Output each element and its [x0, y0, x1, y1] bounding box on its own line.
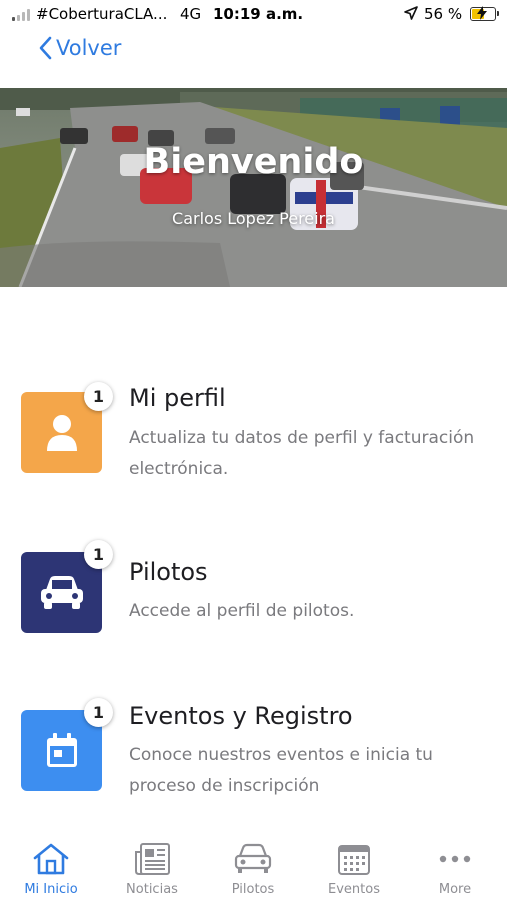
chevron-left-icon	[39, 36, 52, 60]
menu-item-pilotos[interactable]: 1 Pilotos Accede al perfil de pilotos.	[0, 540, 507, 650]
menu-item-description: Actualiza tu datos de perfil y facturaci…	[129, 428, 475, 479]
location-arrow-icon	[404, 6, 418, 24]
calendar-icon	[46, 732, 77, 767]
car-icon	[40, 575, 83, 609]
more-icon	[439, 855, 471, 863]
charging-bolt-icon	[477, 6, 487, 20]
tab-label: More	[438, 882, 472, 897]
hero-banner: Bienvenido Carlos Lopez Pereira	[0, 88, 507, 287]
tab-label: Noticias	[126, 882, 178, 897]
tab-eventos[interactable]: Eventos	[309, 840, 399, 897]
tab-bar: Mi Inicio Noticias Pilotos Eventos More	[0, 830, 507, 900]
tab-label: Mi Inicio	[24, 882, 78, 897]
menu-item-title: Mi perfil	[129, 384, 226, 412]
tab-noticias[interactable]: Noticias	[107, 840, 197, 897]
tab-more[interactable]: More	[410, 840, 500, 897]
tab-pilotos[interactable]: Pilotos	[208, 840, 298, 897]
notification-badge: 1	[84, 382, 113, 411]
newspaper-icon	[135, 843, 170, 875]
menu-item-title: Pilotos	[129, 558, 208, 586]
network-type: 4G	[180, 5, 202, 23]
status-bar: #CoberturaCLA... 4G 10:19 a.m. 56 %	[0, 0, 507, 30]
car-icon	[234, 843, 272, 873]
tab-mi-inicio[interactable]: Mi Inicio	[6, 840, 96, 897]
menu-item-mi-perfil[interactable]: 1 Mi perfil Actualiza tu datos de perfil…	[0, 380, 507, 490]
welcome-title: Bienvenido	[143, 142, 364, 182]
user-icon	[46, 414, 77, 451]
menu-item-eventos-registro[interactable]: 1 Eventos y Registro Conoce nuestros eve…	[0, 698, 507, 808]
home-icon	[33, 843, 69, 875]
user-name: Carlos Lopez Pereira	[172, 209, 335, 228]
back-button[interactable]: Volver	[38, 36, 121, 60]
calendar-icon	[338, 845, 370, 875]
tab-label: Pilotos	[231, 882, 275, 897]
tab-label: Eventos	[328, 882, 380, 897]
notification-badge: 1	[84, 540, 113, 569]
race-track-image	[0, 88, 507, 287]
menu-item-description: Accede al perfil de pilotos.	[129, 601, 355, 621]
status-time: 10:19 a.m.	[213, 5, 304, 23]
battery-icon	[470, 6, 499, 21]
menu-item-title: Eventos y Registro	[129, 702, 353, 730]
signal-icon	[12, 9, 30, 21]
back-label: Volver	[56, 36, 122, 60]
carrier-name: #CoberturaCLA...	[36, 5, 168, 23]
notification-badge: 1	[84, 698, 113, 727]
menu-item-description: Conoce nuestros eventos e inicia tu proc…	[129, 745, 433, 796]
battery-percentage: 56 %	[424, 5, 463, 23]
